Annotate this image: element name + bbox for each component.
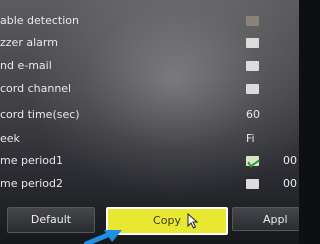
setting-row-enable-detection: able detection bbox=[0, 10, 299, 32]
time-period2-start[interactable]: 00 bbox=[283, 173, 297, 195]
setting-label: eek bbox=[0, 132, 20, 145]
setting-label: cord time(sec) bbox=[0, 108, 80, 121]
setting-row-send-email: nd e-mail bbox=[0, 55, 299, 77]
mouse-cursor-icon bbox=[187, 213, 199, 229]
checkbox-checked[interactable] bbox=[246, 156, 259, 166]
apply-button[interactable]: Appl bbox=[232, 207, 299, 231]
setting-row-time-period2: me period2 00 bbox=[0, 173, 299, 195]
setting-label: nd e-mail bbox=[0, 59, 52, 72]
default-button[interactable]: Default bbox=[7, 207, 95, 233]
setting-row-buzzer-alarm: zzer alarm bbox=[0, 32, 299, 54]
settings-screen: able detection zzer alarm nd e-mail cord… bbox=[0, 0, 299, 244]
setting-label: zzer alarm bbox=[0, 36, 58, 49]
checkbox[interactable] bbox=[246, 61, 259, 71]
setting-label: me period1 bbox=[0, 154, 64, 167]
checkbox[interactable] bbox=[246, 16, 259, 26]
time-period1-start[interactable]: 00 bbox=[283, 150, 297, 172]
week-value[interactable]: Fi bbox=[246, 128, 255, 150]
annotation-arrow-icon bbox=[84, 230, 122, 244]
checkbox[interactable] bbox=[246, 179, 259, 189]
setting-row-time-period1: me period1 00 bbox=[0, 150, 299, 172]
setting-label: cord channel bbox=[0, 82, 72, 95]
setting-row-record-time: cord time(sec) 60 bbox=[0, 104, 299, 126]
setting-row-record-channel: cord channel bbox=[0, 78, 299, 100]
checkbox[interactable] bbox=[246, 38, 259, 48]
copy-button[interactable]: Copy bbox=[106, 207, 228, 235]
record-time-value[interactable]: 60 bbox=[246, 104, 260, 126]
checkbox[interactable] bbox=[246, 84, 259, 94]
setting-row-week: eek Fi bbox=[0, 128, 299, 150]
setting-label: able detection bbox=[0, 14, 79, 27]
setting-label: me period2 bbox=[0, 177, 64, 190]
